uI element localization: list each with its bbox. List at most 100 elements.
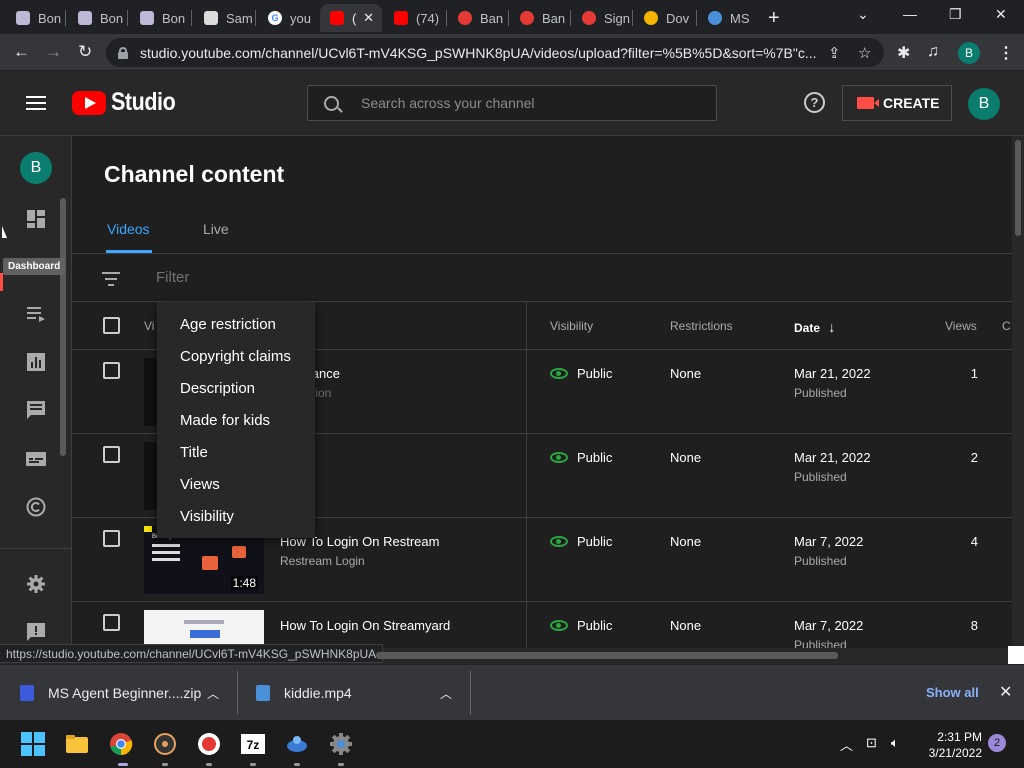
table-row[interactable]: How To Login On Streamyard Public None M… (72, 602, 1012, 648)
row-checkbox[interactable] (103, 446, 120, 463)
search-input[interactable] (361, 95, 691, 111)
visibility-cell[interactable]: Public (550, 450, 612, 465)
show-all-downloads-link[interactable]: Show all (926, 685, 979, 700)
back-icon[interactable]: ← (13, 42, 30, 62)
filter-input[interactable] (156, 269, 456, 286)
screen-recorder-icon[interactable] (197, 732, 221, 756)
notification-badge[interactable]: 2 (988, 734, 1006, 752)
forward-icon[interactable]: → (45, 42, 62, 62)
network-icon[interactable]: ⊡ (866, 735, 877, 751)
taskbar-clock[interactable]: 2:31 PM 3/21/2022 (918, 729, 982, 761)
visibility-cell[interactable]: Public (550, 534, 612, 549)
row-checkbox[interactable] (103, 530, 120, 547)
browser-tab[interactable]: Ban (510, 4, 568, 32)
chevron-up-icon[interactable]: ︿ (207, 685, 219, 702)
help-icon[interactable]: ? (804, 92, 825, 113)
analytics-icon[interactable] (26, 352, 46, 372)
media-control-icon[interactable]: ♫ (927, 43, 939, 61)
select-all-checkbox[interactable] (103, 317, 120, 334)
column-comments[interactable]: C (1002, 319, 1011, 333)
svg-text:7z: 7z (247, 738, 260, 752)
filter-icon[interactable] (102, 272, 120, 290)
copyright-icon[interactable] (26, 497, 46, 517)
browser-tab[interactable]: Sign (572, 4, 630, 32)
tab-live[interactable]: Live (203, 221, 229, 237)
window-close-icon[interactable]: ✕ (995, 6, 1007, 23)
column-views[interactable]: Views (945, 319, 977, 333)
menu-item-copyright-claims[interactable]: Copyright claims (157, 346, 315, 378)
account-avatar[interactable]: B (968, 88, 1000, 120)
media-player-icon[interactable] (153, 732, 177, 756)
menu-item-age-restriction[interactable]: Age restriction (157, 314, 315, 346)
create-button[interactable]: CREATE (842, 85, 952, 121)
browser-tab[interactable]: Sam (194, 4, 252, 32)
browser-tab[interactable]: Gyou (258, 4, 318, 32)
close-download-bar-icon[interactable]: ✕ (999, 682, 1012, 702)
chrome-icon[interactable] (109, 732, 133, 756)
column-video[interactable]: Vi (144, 319, 154, 333)
column-restrictions[interactable]: Restrictions (670, 319, 733, 333)
tab-search-icon[interactable]: ⌄ (857, 6, 869, 23)
subtitles-icon[interactable] (26, 449, 46, 469)
tray-chevron-up-icon[interactable]: ︿ (840, 735, 853, 754)
visibility-cell[interactable]: Public (550, 618, 612, 633)
menu-item-title[interactable]: Title (157, 442, 315, 474)
feedback-icon[interactable] (26, 622, 46, 642)
horizontal-scrollbar[interactable] (376, 652, 838, 659)
tab-videos[interactable]: Videos (107, 221, 150, 237)
settings-gear-icon[interactable] (26, 574, 46, 594)
browser-menu-icon[interactable]: ⋮ (998, 43, 1014, 63)
lock-icon[interactable] (118, 46, 128, 59)
browser-tab[interactable]: (74) (384, 4, 444, 32)
row-checkbox[interactable] (103, 614, 120, 631)
video-thumbnail[interactable] (144, 610, 264, 648)
browser-tab[interactable]: Dov (634, 4, 694, 32)
menu-item-views[interactable]: Views (157, 474, 315, 506)
menu-item-made-for-kids[interactable]: Made for kids (157, 410, 315, 442)
studio-logo-text[interactable]: Studio (111, 88, 176, 117)
download-item[interactable]: MS Agent Beginner....zip (20, 665, 201, 721)
column-visibility[interactable]: Visibility (550, 319, 593, 333)
extensions-icon[interactable]: ✱ (897, 43, 910, 63)
video-title[interactable]: How To Login On Streamyard (280, 618, 450, 633)
browser-profile-avatar[interactable]: B (958, 42, 980, 64)
download-item[interactable]: kiddie.mp4 (256, 665, 352, 721)
minimize-icon[interactable]: — (903, 6, 917, 22)
browser-tab[interactable]: Ban (448, 4, 506, 32)
bookmark-star-icon[interactable]: ☆ (858, 44, 871, 62)
chevron-up-icon[interactable]: ︿ (440, 685, 452, 702)
visibility-cell[interactable]: Public (550, 366, 612, 381)
share-icon[interactable]: ⇪ (828, 44, 841, 62)
browser-tab[interactable]: Bon (6, 4, 62, 32)
playlists-icon[interactable] (26, 304, 46, 324)
browser-tab-active[interactable]: (✕ (320, 4, 382, 32)
browser-tab[interactable]: Bon (130, 4, 188, 32)
windows-start-icon[interactable] (21, 732, 45, 756)
main-scrollbar-thumb[interactable] (1015, 140, 1021, 236)
browser-tab[interactable]: Bon (68, 4, 124, 32)
video-description: Restream Login (280, 554, 365, 568)
menu-item-visibility[interactable]: Visibility (157, 506, 315, 538)
tab-close-icon[interactable]: ✕ (363, 10, 374, 26)
reload-icon[interactable]: ↻ (78, 42, 92, 62)
channel-avatar[interactable]: B (20, 152, 52, 184)
menu-item-description[interactable]: Description (157, 378, 315, 410)
agent-app-icon[interactable] (285, 732, 309, 756)
restore-icon[interactable]: ❐ (949, 6, 962, 23)
browser-tab[interactable]: MS (698, 4, 756, 32)
youtube-logo-icon[interactable] (72, 91, 106, 115)
comments-icon[interactable] (26, 400, 46, 420)
hamburger-menu-icon[interactable] (26, 96, 46, 110)
dashboard-icon[interactable] (26, 209, 46, 229)
sidebar-scrollbar[interactable] (60, 198, 66, 456)
volume-icon[interactable]: 🔈︎ (891, 735, 899, 751)
channel-search[interactable] (307, 85, 717, 121)
main-scrollbar[interactable] (1012, 136, 1024, 648)
address-bar[interactable]: studio.youtube.com/channel/UCvl6T-mV4KSG… (106, 38, 884, 67)
row-checkbox[interactable] (103, 362, 120, 379)
column-date[interactable]: Date ↓ (794, 319, 835, 335)
7zip-icon[interactable]: 7z (241, 732, 265, 756)
file-explorer-icon[interactable] (65, 732, 89, 756)
new-tab-icon[interactable]: + (768, 7, 780, 30)
settings-app-icon[interactable] (329, 732, 353, 756)
